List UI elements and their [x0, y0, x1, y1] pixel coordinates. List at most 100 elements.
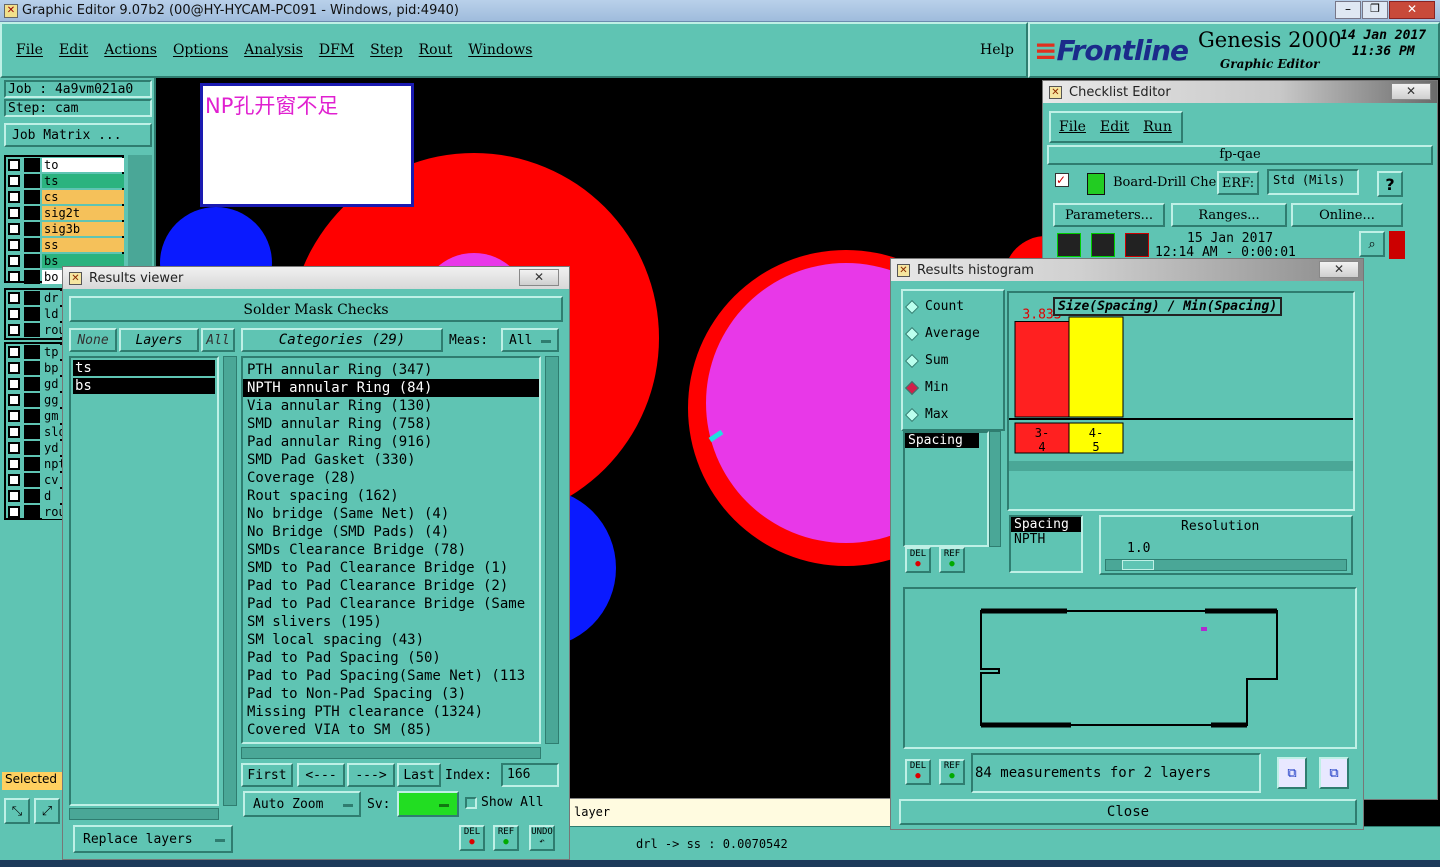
last-button[interactable]: Last: [397, 763, 441, 787]
layer-checkbox[interactable]: [8, 506, 20, 518]
menu-rout[interactable]: Rout: [419, 42, 453, 58]
field-list-scrollbar[interactable]: [989, 431, 1001, 547]
layer-checkbox[interactable]: [8, 442, 20, 454]
all-button[interactable]: All: [201, 328, 235, 352]
category-item[interactable]: SMD to Pad Clearance Bridge (1): [243, 559, 539, 577]
layer-color-swatch[interactable]: [24, 393, 40, 407]
replace-layers-select[interactable]: Replace layers: [73, 825, 233, 853]
run-icon-1[interactable]: [1057, 233, 1081, 257]
histogram-field-list[interactable]: Spacing: [903, 431, 989, 547]
layer-scrollbar[interactable]: [128, 155, 152, 283]
category-item[interactable]: No Bridge (SMD Pads) (4): [243, 523, 539, 541]
layer-color-swatch[interactable]: [24, 425, 40, 439]
layer-checkbox[interactable]: [8, 410, 20, 422]
result-layer-item[interactable]: bs: [73, 378, 215, 394]
layer-checkbox[interactable]: [8, 292, 20, 304]
aggregate-option-max[interactable]: Max: [903, 401, 1003, 428]
category-item[interactable]: Pad to Pad Spacing(Same Net) (113: [243, 667, 539, 685]
menu-edit[interactable]: Edit: [59, 42, 88, 58]
category-item[interactable]: PTH annular Ring (347): [243, 361, 539, 379]
category-item[interactable]: NPTH annular Ring (84): [243, 379, 539, 397]
results-viewer-close-button[interactable]: ✕: [519, 269, 559, 286]
layer-color-swatch[interactable]: [24, 222, 40, 236]
menu-step[interactable]: Step: [370, 42, 402, 58]
histogram-scrollbar[interactable]: [1009, 461, 1353, 471]
layer-name[interactable]: npt: [42, 457, 64, 471]
layer-checkbox[interactable]: [8, 223, 20, 235]
aggregate-option-sum[interactable]: Sum: [903, 347, 1003, 374]
layer-checkbox[interactable]: [8, 271, 20, 283]
layer-name[interactable]: rou: [42, 323, 64, 337]
layer-color-swatch[interactable]: [24, 206, 40, 220]
menu-help[interactable]: Help: [980, 42, 1014, 58]
menu-dfm[interactable]: DFM: [319, 42, 354, 58]
layers-button[interactable]: Layers: [119, 328, 199, 352]
category-item[interactable]: Pad annular Ring (916): [243, 433, 539, 451]
layer-color-swatch[interactable]: [24, 345, 40, 359]
layer-checkbox[interactable]: [8, 207, 20, 219]
layer-name[interactable]: dr: [42, 291, 64, 305]
layer-checkbox[interactable]: [8, 324, 20, 336]
sv-color-select[interactable]: [397, 791, 459, 817]
layer-checkbox[interactable]: [8, 474, 20, 486]
hist-del-button[interactable]: DEL ●: [905, 547, 931, 573]
aggregate-option-count[interactable]: Count: [903, 293, 1003, 320]
layer-name[interactable]: sig2t: [42, 206, 124, 220]
layer-color-swatch[interactable]: [24, 174, 40, 188]
category-item[interactable]: SMD Pad Gasket (330): [243, 451, 539, 469]
zoom-icon[interactable]: ⌕: [1359, 231, 1385, 257]
layer-checkbox[interactable]: [8, 308, 20, 320]
run-icon-2[interactable]: [1091, 233, 1115, 257]
resolution-field-list[interactable]: Spacing NPTH: [1009, 515, 1083, 573]
menu-analysis[interactable]: Analysis: [244, 42, 303, 58]
layer-name[interactable]: ts: [42, 174, 124, 188]
layer-checkbox[interactable]: [8, 490, 20, 502]
checklist-menu-file[interactable]: File: [1059, 119, 1086, 141]
radio-diamond-icon[interactable]: [904, 407, 920, 422]
layer-color-swatch[interactable]: [24, 409, 40, 423]
tool-icon-2[interactable]: ⤢: [34, 798, 60, 824]
hist-ref-button[interactable]: REF ●: [939, 547, 965, 573]
menu-options[interactable]: Options: [173, 42, 228, 58]
ref-button[interactable]: REF ●: [493, 825, 519, 851]
histogram-bar[interactable]: [1068, 316, 1124, 418]
field-item[interactable]: Spacing: [905, 433, 979, 448]
layer-color-swatch[interactable]: [24, 505, 40, 519]
layer-name[interactable]: d: [42, 489, 64, 503]
checklist-close-button[interactable]: ✕: [1391, 83, 1431, 100]
layer-checkbox[interactable]: [8, 191, 20, 203]
preview-del-button[interactable]: DEL ●: [905, 759, 931, 785]
auto-zoom-select[interactable]: Auto Zoom: [243, 791, 361, 817]
layer-list-hscrollbar[interactable]: [69, 808, 219, 820]
layer-color-swatch[interactable]: [24, 190, 40, 204]
layer-color-swatch[interactable]: [24, 323, 40, 337]
resolution-field-item[interactable]: Spacing: [1011, 517, 1081, 532]
run-icon-3[interactable]: [1125, 233, 1149, 257]
layer-name[interactable]: rou: [42, 505, 64, 519]
layer-name[interactable]: ss: [42, 238, 124, 252]
export-icon-2[interactable]: ⧉: [1319, 757, 1349, 789]
checklist-menu-run[interactable]: Run: [1143, 119, 1172, 141]
menu-windows[interactable]: Windows: [468, 42, 532, 58]
index-input[interactable]: 166: [501, 763, 559, 787]
category-item[interactable]: SMD annular Ring (758): [243, 415, 539, 433]
layer-checkbox[interactable]: [8, 255, 20, 267]
category-item[interactable]: SM local spacing (43): [243, 631, 539, 649]
show-all-checkbox[interactable]: [465, 797, 477, 809]
layer-name[interactable]: tp: [42, 345, 64, 359]
menu-file[interactable]: File: [16, 42, 43, 58]
layer-name[interactable]: bp: [42, 361, 64, 375]
resolution-slider-thumb[interactable]: [1122, 560, 1154, 570]
layer-name[interactable]: gg: [42, 393, 64, 407]
help-question-icon[interactable]: ?: [1377, 171, 1403, 197]
categories-scrollbar[interactable]: [545, 356, 559, 744]
category-item[interactable]: Pad to Pad Spacing (50): [243, 649, 539, 667]
layer-color-swatch[interactable]: [24, 307, 40, 321]
undo-button[interactable]: UNDO ↶: [529, 825, 555, 851]
erf-value[interactable]: Std (Mils): [1267, 169, 1359, 195]
layer-checkbox[interactable]: [8, 175, 20, 187]
layer-name[interactable]: yd: [42, 441, 64, 455]
job-matrix-button[interactable]: Job Matrix ...: [4, 123, 152, 147]
layer-checkbox[interactable]: [8, 458, 20, 470]
layer-color-swatch[interactable]: [24, 489, 40, 503]
